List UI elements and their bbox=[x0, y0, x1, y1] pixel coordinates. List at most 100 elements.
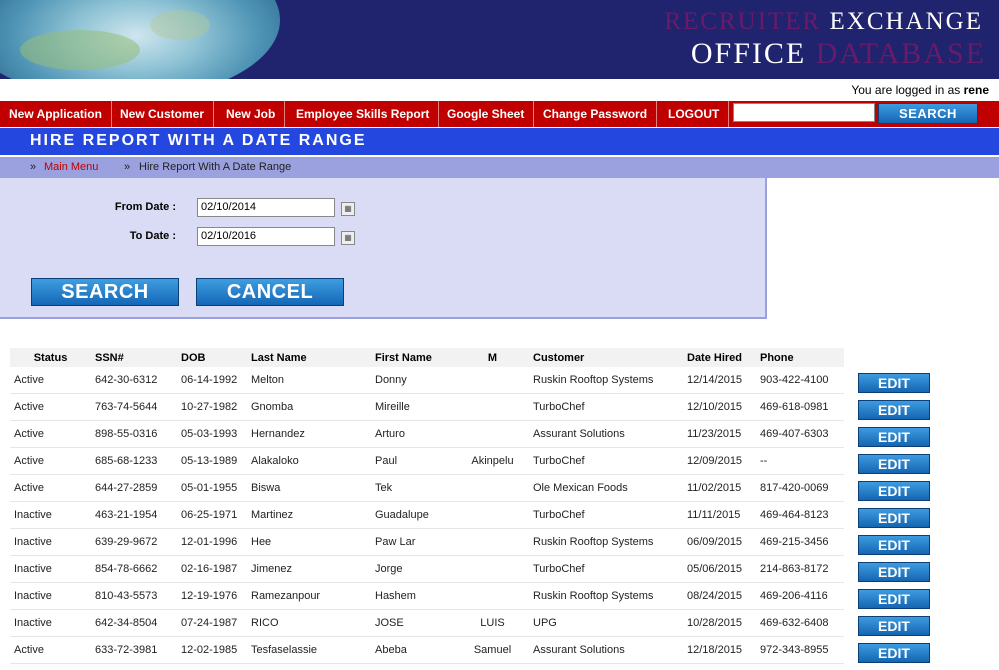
phone-cell: 817-420-0069 bbox=[756, 474, 844, 502]
calendar-icon[interactable]: ▦ bbox=[341, 202, 355, 216]
customer-cell: TurboChef bbox=[529, 447, 683, 475]
middle-cell bbox=[456, 367, 529, 394]
ssn-cell: 642-30-6312 bbox=[91, 367, 177, 394]
brand-recruiter: RECRUITER bbox=[664, 8, 822, 35]
column-header-dob[interactable]: DOB bbox=[177, 348, 247, 367]
middle-cell bbox=[456, 393, 529, 421]
status-cell: Inactive bbox=[10, 582, 91, 610]
edit-button[interactable]: EDIT bbox=[858, 454, 930, 474]
date-hired-cell: 06/09/2015 bbox=[683, 528, 756, 556]
status-cell: Active bbox=[10, 367, 91, 394]
column-header-last-name[interactable]: Last Name bbox=[247, 348, 371, 367]
status-cell: Inactive bbox=[10, 555, 91, 583]
edit-button[interactable]: EDIT bbox=[858, 481, 930, 501]
date-hired-cell: 12/14/2015 bbox=[683, 367, 756, 394]
edit-button[interactable]: EDIT bbox=[858, 616, 930, 636]
ssn-cell: 644-27-2859 bbox=[91, 474, 177, 502]
ssn-cell: 810-43-5573 bbox=[91, 582, 177, 610]
nav-employee-skills-report[interactable]: Employee Skills Report bbox=[287, 101, 440, 127]
last-name-cell: Hee bbox=[247, 528, 371, 556]
login-status: You are logged in as rene bbox=[851, 83, 989, 97]
breadcrumb-separator: » bbox=[30, 161, 37, 173]
phone-cell: 469-464-8123 bbox=[756, 501, 844, 529]
nav-new-application[interactable]: New Application bbox=[0, 101, 112, 127]
phone-cell: 903-422-4100 bbox=[756, 367, 844, 394]
nav-logout[interactable]: LOGOUT bbox=[659, 101, 730, 127]
status-cell: Active bbox=[10, 474, 91, 502]
status-cell: Inactive bbox=[10, 501, 91, 529]
first-name-cell: Arturo bbox=[371, 420, 456, 448]
last-name-cell: Jimenez bbox=[247, 555, 371, 583]
brand-exchange: EXCHANGE bbox=[829, 8, 983, 35]
nav-change-password[interactable]: Change Password bbox=[534, 101, 658, 127]
last-name-cell: Ramezanpour bbox=[247, 582, 371, 610]
middle-cell: Samuel bbox=[456, 636, 529, 664]
customer-cell: UPG bbox=[529, 609, 683, 637]
phone-cell: 214-863-8172 bbox=[756, 555, 844, 583]
edit-button[interactable]: EDIT bbox=[858, 589, 930, 609]
edit-button[interactable]: EDIT bbox=[858, 535, 930, 555]
first-name-cell: Abeba bbox=[371, 636, 456, 664]
column-header-phone[interactable]: Phone bbox=[756, 348, 844, 367]
nav-new-customer[interactable]: New Customer bbox=[111, 101, 215, 127]
column-header-customer[interactable]: Customer bbox=[529, 348, 683, 367]
edit-button[interactable]: EDIT bbox=[858, 508, 930, 528]
date-hired-cell: 12/18/2015 bbox=[683, 636, 756, 664]
phone-cell: 469-407-6303 bbox=[756, 420, 844, 448]
dob-cell: 05-13-1989 bbox=[177, 447, 247, 475]
last-name-cell: RICO bbox=[247, 609, 371, 637]
edit-button[interactable]: EDIT bbox=[858, 400, 930, 420]
cancel-button[interactable]: CANCEL bbox=[196, 278, 344, 306]
middle-cell bbox=[456, 555, 529, 583]
column-header-middle[interactable]: M bbox=[456, 348, 529, 367]
nav-google-sheet[interactable]: Google Sheet bbox=[438, 101, 535, 127]
from-date-label: From Date : bbox=[114, 201, 176, 213]
from-date-input[interactable]: 02/10/2014 bbox=[197, 198, 335, 217]
middle-cell bbox=[456, 528, 529, 556]
date-hired-cell: 12/09/2015 bbox=[683, 447, 756, 475]
customer-cell: Assurant Solutions bbox=[529, 420, 683, 448]
table-row: Inactive 642-34-8504 07-24-1987 RICO JOSE LUI… bbox=[10, 609, 844, 637]
dob-cell: 05-01-1955 bbox=[177, 474, 247, 502]
first-name-cell: Paul bbox=[371, 447, 456, 475]
first-name-cell: Donny bbox=[371, 367, 456, 394]
middle-cell: LUIS bbox=[456, 609, 529, 637]
date-hired-cell: 10/28/2015 bbox=[683, 609, 756, 637]
edit-button[interactable]: EDIT bbox=[858, 562, 930, 582]
first-name-cell: Paw Lar bbox=[371, 528, 456, 556]
middle-cell bbox=[456, 501, 529, 529]
column-header-ssn[interactable]: SSN# bbox=[91, 348, 177, 367]
table-row: Active 633-72-3981 12-02-1985 Tesfaselassie… bbox=[10, 636, 844, 664]
edit-button[interactable]: EDIT bbox=[858, 427, 930, 447]
middle-cell: Akinpelu bbox=[456, 447, 529, 475]
nav-search-button[interactable]: SEARCH bbox=[878, 103, 978, 124]
first-name-cell: Hashem bbox=[371, 582, 456, 610]
page-title: HIRE REPORT WITH A DATE RANGE bbox=[30, 132, 367, 149]
dob-cell: 07-24-1987 bbox=[177, 609, 247, 637]
edit-button[interactable]: EDIT bbox=[858, 373, 930, 393]
customer-cell: Assurant Solutions bbox=[529, 636, 683, 664]
phone-cell: -- bbox=[756, 447, 844, 475]
header-banner: RECRUITER EXCHANGE OFFICE DATABASE bbox=[0, 0, 999, 79]
last-name-cell: Gnomba bbox=[247, 393, 371, 421]
nav-search-input[interactable] bbox=[733, 103, 875, 122]
ssn-cell: 463-21-1954 bbox=[91, 501, 177, 529]
table-row: Active 898-55-0316 05-03-1993 Hernandez Artu… bbox=[10, 420, 844, 448]
nav-new-job[interactable]: New Job bbox=[217, 101, 286, 127]
column-header-date-hired[interactable]: Date Hired bbox=[683, 348, 756, 367]
date-hired-cell: 08/24/2015 bbox=[683, 582, 756, 610]
to-date-input[interactable]: 02/10/2016 bbox=[197, 227, 335, 246]
table-row: Active 685-68-1233 05-13-1989 Alakaloko Paul… bbox=[10, 447, 844, 475]
phone-cell: 469-215-3456 bbox=[756, 528, 844, 556]
column-header-status[interactable]: Status bbox=[10, 348, 91, 367]
breadcrumb-main-menu-link[interactable]: Main Menu bbox=[44, 157, 98, 178]
calendar-icon[interactable]: ▦ bbox=[341, 231, 355, 245]
first-name-cell: Mireille bbox=[371, 393, 456, 421]
last-name-cell: Tesfaselassie bbox=[247, 636, 371, 664]
edit-button[interactable]: EDIT bbox=[858, 643, 930, 663]
breadcrumb: » Main Menu » Hire Report With A Date Ra… bbox=[0, 157, 999, 178]
status-cell: Inactive bbox=[10, 528, 91, 556]
column-header-first-name[interactable]: First Name bbox=[371, 348, 456, 367]
search-button[interactable]: SEARCH bbox=[31, 278, 179, 306]
customer-cell: TurboChef bbox=[529, 555, 683, 583]
